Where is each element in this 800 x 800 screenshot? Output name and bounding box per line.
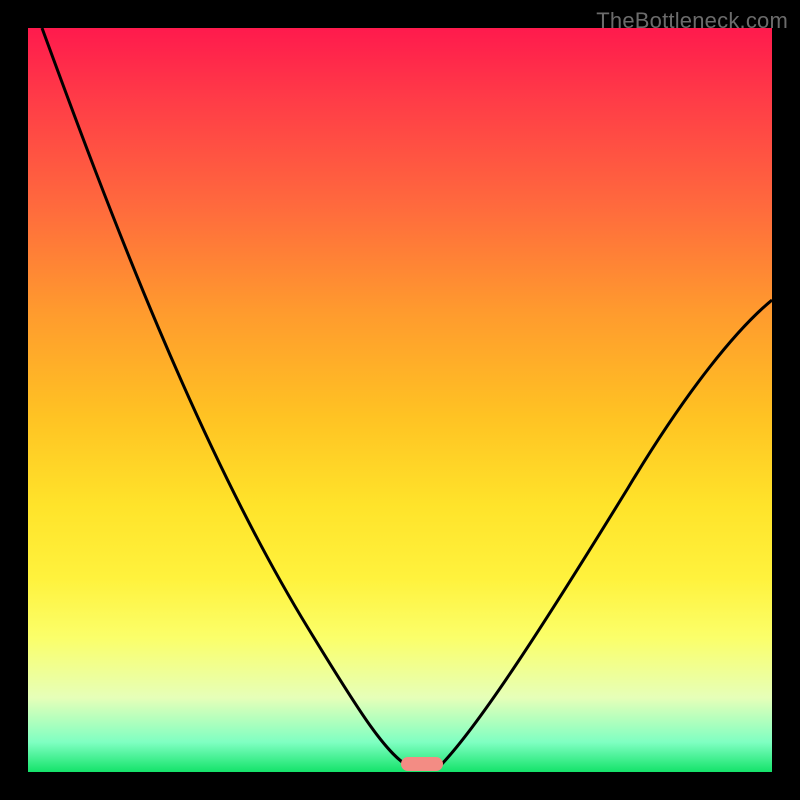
- plot-area: [28, 28, 772, 772]
- bottleneck-curve: [28, 28, 772, 772]
- watermark-text: TheBottleneck.com: [596, 8, 788, 34]
- optimal-marker: [401, 757, 443, 771]
